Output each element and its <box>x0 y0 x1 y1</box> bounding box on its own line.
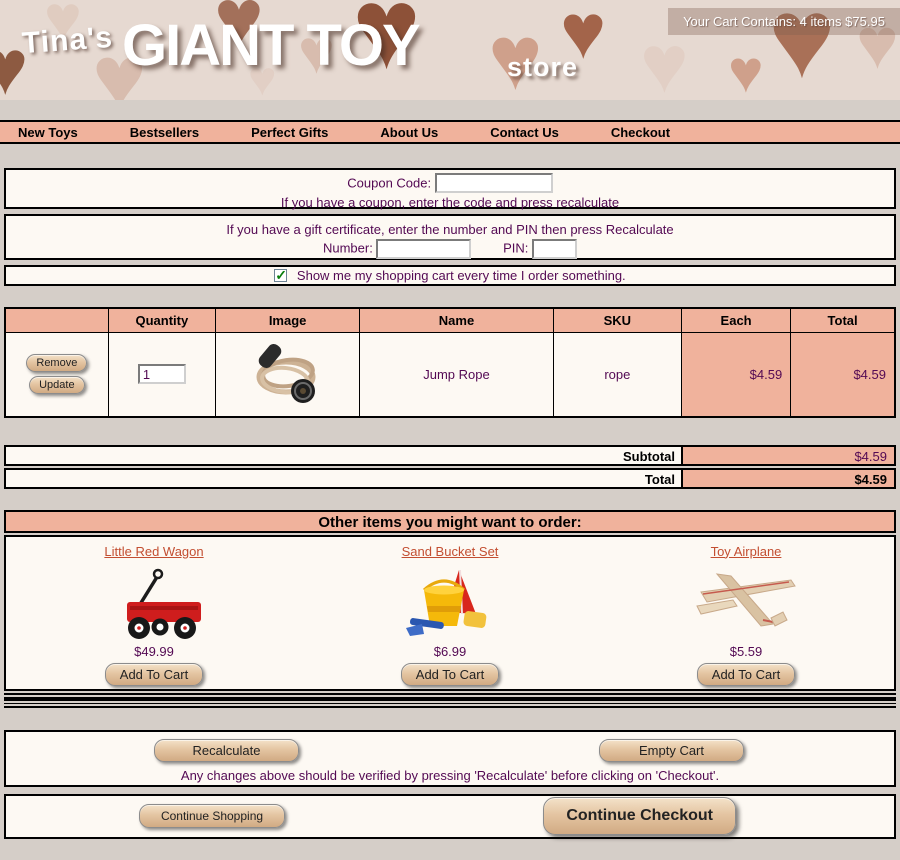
add-to-cart-button-wagon[interactable]: Add To Cart <box>105 663 203 686</box>
gift-number-input[interactable] <box>376 239 471 259</box>
suggestions-heading: Other items you might want to order: <box>4 510 896 533</box>
cart-item-row: Remove Update Jump Rope rope $4.59 $4.59 <box>5 332 895 417</box>
logo-main: GIANT TOY <box>122 12 419 79</box>
continue-checkout-button[interactable]: Continue Checkout <box>543 797 736 835</box>
total-column-header: Total <box>791 308 895 332</box>
suggestion-little-red-wagon: Little Red Wagon $49.99 Add To Cart <box>6 537 302 689</box>
each-column-header: Each <box>681 308 790 332</box>
empty-cart-button[interactable]: Empty Cart <box>599 739 744 762</box>
continue-section: Continue Shopping Continue Checkout <box>4 794 896 839</box>
nav-item-new-toys[interactable]: New Toys <box>18 125 78 140</box>
add-to-cart-button-bucket[interactable]: Add To Cart <box>401 663 499 686</box>
main-nav: New Toys Bestsellers Perfect Gifts About… <box>0 120 900 144</box>
cart-item-each: $4.59 <box>681 332 790 417</box>
total-value: $4.59 <box>681 470 894 487</box>
coupon-code-input[interactable] <box>435 173 553 193</box>
subtotal-value: $4.59 <box>681 447 894 464</box>
quantity-column-header: Quantity <box>108 308 215 332</box>
nav-item-checkout[interactable]: Checkout <box>611 125 670 140</box>
nav-item-about-us[interactable]: About Us <box>380 125 438 140</box>
gift-pin-label: PIN: <box>503 240 528 255</box>
divider-stripes <box>4 693 896 708</box>
cart-summary: Your Cart Contains: 4 items $75.95 <box>668 8 900 35</box>
show-cart-section: Show me my shopping cart every time I or… <box>4 265 896 286</box>
suggestion-toy-airplane: Toy Airplane $5.59 Add To Cart <box>598 537 894 689</box>
cart-item-sku: rope <box>553 332 681 417</box>
update-button[interactable]: Update <box>29 376 84 394</box>
toy-airplane-image[interactable] <box>598 561 894 643</box>
gift-pin-input[interactable] <box>532 239 577 259</box>
gift-certificate-section: If you have a gift certificate, enter th… <box>4 214 896 260</box>
coupon-code-label: Coupon Code: <box>347 176 431 191</box>
recalculate-button[interactable]: Recalculate <box>154 739 299 762</box>
product-link-little-red-wagon[interactable]: Little Red Wagon <box>104 544 203 559</box>
show-cart-label: Show me my shopping cart every time I or… <box>297 268 626 283</box>
gift-number-label: Number: <box>323 240 373 255</box>
cart-item-name: Jump Rope <box>360 332 553 417</box>
price-toy-airplane: $5.59 <box>598 644 894 659</box>
recalculate-section: Recalculate Empty Cart Any changes above… <box>4 730 896 787</box>
logo-prefix: Tina's <box>21 21 114 61</box>
heart-icon: ♥ <box>728 42 764 100</box>
subtotal-label: Subtotal <box>6 447 681 464</box>
add-to-cart-button-airplane[interactable]: Add To Cart <box>697 663 795 686</box>
nav-item-perfect-gifts[interactable]: Perfect Gifts <box>251 125 328 140</box>
gift-certificate-instruction: If you have a gift certificate, enter th… <box>6 222 894 237</box>
cart-item-total: $4.59 <box>791 332 895 417</box>
sku-column-header: SKU <box>553 308 681 332</box>
quantity-input[interactable] <box>138 364 186 384</box>
coupon-instruction: If you have a coupon, enter the code and… <box>6 195 894 210</box>
price-little-red-wagon: $49.99 <box>6 644 302 659</box>
sand-bucket-image[interactable] <box>302 561 598 643</box>
total-row: Total $4.59 <box>4 468 896 489</box>
nav-item-contact-us[interactable]: Contact Us <box>490 125 559 140</box>
recalculate-note: Any changes above should be verified by … <box>6 768 894 783</box>
total-label: Total <box>6 470 681 487</box>
cart-table-header-row: Quantity Image Name SKU Each Total <box>5 308 895 332</box>
remove-button[interactable]: Remove <box>26 354 87 372</box>
wagon-image[interactable] <box>6 561 302 643</box>
nav-item-bestsellers[interactable]: Bestsellers <box>130 125 199 140</box>
continue-shopping-button[interactable]: Continue Shopping <box>139 804 285 828</box>
show-cart-checkbox[interactable] <box>274 269 287 282</box>
product-link-sand-bucket-set[interactable]: Sand Bucket Set <box>402 544 499 559</box>
site-header: ♥ ♥ ♥ ♥ ♥ ♥ ♥ ♥ ♥ ♥ ♥ ♥ ♥ Your Cart Cont… <box>0 0 900 100</box>
coupon-section: Coupon Code: If you have a coupon, enter… <box>4 168 896 209</box>
suggestions-section: Little Red Wagon $49.99 Add To Cart Sand… <box>4 535 896 691</box>
subtotal-row: Subtotal $4.59 <box>4 445 896 466</box>
jump-rope-image <box>249 333 327 413</box>
logo-suffix: store <box>507 52 578 83</box>
price-sand-bucket-set: $6.99 <box>302 644 598 659</box>
product-link-toy-airplane[interactable]: Toy Airplane <box>711 544 782 559</box>
actions-column-header <box>5 308 108 332</box>
image-column-header: Image <box>215 308 359 332</box>
suggestion-sand-bucket-set: Sand Bucket Set $6.99 Add To Cart <box>302 537 598 689</box>
heart-icon: ♥ <box>640 24 689 100</box>
cart-table: Quantity Image Name SKU Each Total Remov… <box>4 307 896 418</box>
name-column-header: Name <box>360 308 553 332</box>
